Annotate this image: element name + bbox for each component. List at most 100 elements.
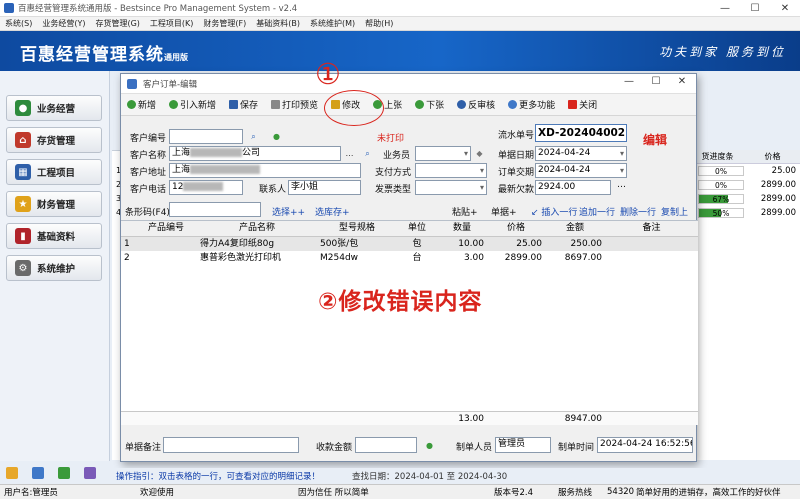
col-qty[interactable]: 数量	[437, 221, 487, 236]
contact-input[interactable]: 李小姐	[288, 180, 361, 195]
order-date-input[interactable]: 2024-04-24	[535, 163, 627, 178]
more-button[interactable]: …	[617, 180, 626, 190]
cell-price[interactable]: 2899.00	[487, 251, 545, 265]
table-row[interactable]: 2 惠普彩色激光打印机 M254dw 台 3.00 2899.00 8697.0…	[121, 251, 698, 265]
cell-amount[interactable]: 250.00	[545, 237, 605, 251]
cell-unit[interactable]: 台	[397, 251, 437, 265]
menu-maintenance[interactable]: 系统维护(M)	[310, 18, 355, 29]
salesperson-select[interactable]	[415, 146, 471, 161]
col-name[interactable]: 产品名称	[197, 221, 317, 236]
barcode-input[interactable]	[169, 202, 261, 217]
maker-input[interactable]: 管理员	[495, 437, 551, 453]
cell-unit[interactable]: 包	[397, 237, 437, 251]
col-note[interactable]: 备注	[605, 221, 698, 236]
append-row-link[interactable]: 追加一行	[579, 205, 615, 218]
person-icon[interactable]: ◆	[474, 148, 485, 159]
col-spec[interactable]: 型号规格	[317, 221, 397, 236]
doc-date-input[interactable]: 2024-04-24	[535, 146, 627, 161]
customer-name-input[interactable]: 上海 公司	[169, 146, 341, 161]
next-button[interactable]: 下张	[415, 98, 444, 111]
operation-tip: 操作指引：双击表格的一行，可查看对应的明细记录！	[116, 471, 321, 482]
col-amount[interactable]: 金额	[545, 221, 605, 236]
add-customer-icon[interactable]: ●	[271, 131, 282, 142]
status-bar: 用户名:管理员 欢迎使用 因为信任 所以简单 版本号2.4 服务热线 54320…	[0, 484, 800, 499]
close-dialog-button[interactable]: 关闭	[568, 98, 597, 111]
finance-icon: ★	[15, 196, 31, 212]
cell-amount[interactable]: 8697.00	[545, 251, 605, 265]
dialog-close-button[interactable]: ✕	[674, 76, 690, 87]
sidebar-item-label: 业务经营	[37, 104, 76, 115]
sidebar-item-inventory[interactable]: ⌂ 存货管理	[6, 127, 102, 153]
bg-table-row[interactable]: 0% 25.00	[690, 164, 800, 178]
quote-new-button[interactable]: 引入新增	[169, 98, 216, 111]
cell-name[interactable]: 惠普彩色激光打印机	[197, 251, 317, 265]
customer-address-input[interactable]: 上海	[169, 163, 361, 178]
menu-basic-data[interactable]: 基础资料(B)	[256, 18, 300, 29]
cell-code[interactable]	[135, 237, 197, 251]
bg-table-row[interactable]: 67% 2899.00	[690, 192, 800, 206]
printer-icon	[271, 100, 281, 109]
col-price[interactable]: 价格	[487, 221, 545, 236]
sidebar-item-basic-data[interactable]: ▮ 基础资料	[6, 223, 102, 249]
search-icon[interactable]: ⌕	[248, 131, 259, 142]
more-functions-button[interactable]: 更多功能	[508, 98, 555, 111]
notepad-icon[interactable]	[32, 467, 44, 479]
menu-finance[interactable]: 财务管理(F)	[203, 18, 246, 29]
dialog-titlebar: 客户订单-编辑 — ☐ ✕	[121, 74, 696, 94]
menu-project[interactable]: 工程项目(K)	[150, 18, 194, 29]
close-button[interactable]: ✕	[770, 0, 800, 17]
menu-system[interactable]: 系统(S)	[5, 18, 32, 29]
table-row[interactable]: 1 得力A4复印纸80g 500张/包 包 10.00 25.00 250.00	[121, 237, 698, 251]
menu-business[interactable]: 业务经营(Y)	[42, 18, 85, 29]
bg-table-row[interactable]: 0% 2899.00	[690, 178, 800, 192]
cell-code[interactable]	[135, 251, 197, 265]
dialog-minimize-button[interactable]: —	[621, 76, 637, 87]
cell-note[interactable]	[605, 237, 698, 251]
cell-qty[interactable]: 10.00	[437, 237, 487, 251]
cell-note[interactable]	[605, 251, 698, 265]
serial-number-input[interactable]: XD-202404002	[535, 124, 627, 142]
payment-method-select[interactable]	[415, 163, 487, 178]
customer-code-input[interactable]	[169, 129, 243, 144]
dialog-maximize-button[interactable]: ☐	[648, 76, 664, 87]
sidebar-item-maintenance[interactable]: ⚙ 系统维护	[6, 255, 102, 281]
cell-spec[interactable]: 500张/包	[317, 237, 397, 251]
sidebar-item-finance[interactable]: ★ 财务管理	[6, 191, 102, 217]
sidebar-item-business[interactable]: ● 业务经营	[6, 95, 102, 121]
sidebar-item-label: 系统维护	[37, 264, 76, 275]
cell-spec[interactable]: M254dw	[317, 251, 397, 265]
minimize-button[interactable]: —	[710, 0, 740, 17]
save-button[interactable]: 保存	[229, 98, 258, 111]
remark-input[interactable]	[163, 437, 299, 453]
customer-phone-input[interactable]: 12	[169, 180, 243, 195]
print-preview-button[interactable]: 打印预览	[271, 98, 318, 111]
paste-button[interactable]: 粘贴+	[452, 205, 478, 218]
search-icon[interactable]: ⌕	[362, 148, 373, 159]
lock-icon[interactable]	[84, 467, 96, 479]
col-code[interactable]: 产品编号	[135, 221, 197, 236]
cell-name[interactable]: 得力A4复印纸80g	[197, 237, 317, 251]
latest-debt-input[interactable]: 2924.00	[535, 180, 611, 195]
cell-qty[interactable]: 3.00	[437, 251, 487, 265]
menu-inventory[interactable]: 存货管理(G)	[95, 18, 139, 29]
menu-help[interactable]: 帮助(H)	[365, 18, 393, 29]
calendar-icon[interactable]	[58, 467, 70, 479]
col-unit[interactable]: 单位	[397, 221, 437, 236]
make-time-input[interactable]: 2024-04-24 16:52:56	[597, 437, 693, 453]
select-stock-link[interactable]: 选库存+	[315, 205, 350, 218]
bg-table-row[interactable]: 50% 2899.00	[690, 206, 800, 220]
cell-price[interactable]: 25.00	[487, 237, 545, 251]
maximize-button[interactable]: ☐	[740, 0, 770, 17]
unapprove-button[interactable]: 反审核	[457, 98, 495, 111]
select-plus-link[interactable]: 选择++	[272, 205, 305, 218]
delete-row-link[interactable]: 删除一行	[620, 205, 656, 218]
new-button[interactable]: 新增	[127, 98, 156, 111]
insert-row-link[interactable]: ↙ 插入一行	[531, 205, 577, 218]
invoice-type-select[interactable]	[415, 180, 487, 195]
ellipsis-button[interactable]: …	[344, 148, 355, 159]
document-button[interactable]: 单据+	[491, 205, 517, 218]
brand-title: 百惠经营管理系统通用版	[20, 45, 188, 65]
calculator-icon[interactable]	[6, 467, 18, 479]
sidebar-item-project[interactable]: ▦ 工程项目	[6, 159, 102, 185]
received-amount-input[interactable]	[355, 437, 417, 453]
